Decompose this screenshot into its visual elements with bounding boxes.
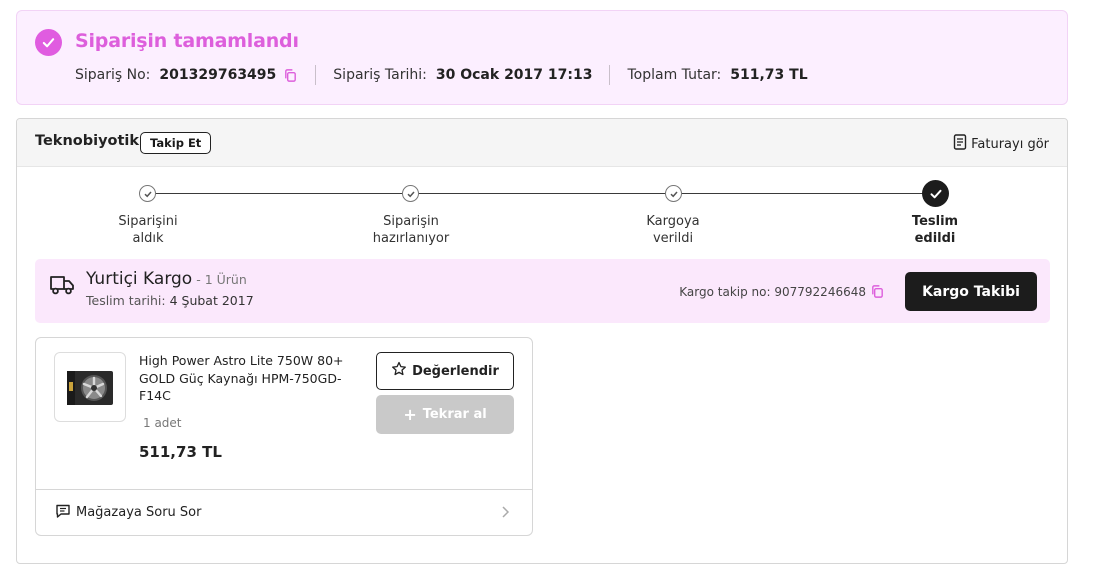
truck-icon: [49, 274, 75, 300]
tracking-label: Kargo takip no:: [679, 284, 771, 299]
step-done-icon: [139, 185, 156, 202]
step-current-check-icon: [922, 180, 949, 207]
step-label-line: aldık: [132, 231, 164, 246]
ask-store-label: Mağazaya Soru Sor: [76, 505, 202, 520]
plus-icon: +: [403, 405, 417, 424]
product-quantity: 1 adet: [143, 416, 182, 430]
copy-icon[interactable]: [283, 68, 298, 83]
delivery-date-value: 4 Şubat 2017: [169, 293, 254, 308]
buy-again-label: Tekrar al: [422, 407, 487, 422]
step-label-line: Siparişini: [118, 214, 178, 229]
rate-product-label: Değerlendir: [412, 363, 499, 379]
step-label-preparing: Siparişin hazırlanıyor: [351, 213, 471, 247]
step-done-icon: [665, 185, 682, 202]
store-order-card: Teknobiyotik Takip Et Faturayı gör Sipar…: [16, 118, 1068, 564]
document-icon: [953, 134, 967, 154]
view-invoice-link[interactable]: Faturayı gör: [953, 134, 1049, 154]
chevron-right-icon: [500, 504, 510, 523]
message-icon: [55, 503, 71, 523]
step-label-line: hazırlanıyor: [372, 231, 450, 246]
step-label-line: Kargoya: [646, 214, 700, 229]
order-date-label: Sipariş Tarihi:: [333, 67, 427, 83]
delivery-date: Teslim tarihi: 4 Şubat 2017: [86, 293, 254, 308]
step-label-received: Siparişini aldık: [88, 213, 208, 247]
divider: [315, 65, 317, 85]
tracking-number: Kargo takip no: 907792246648: [679, 284, 885, 299]
ask-store-question-row[interactable]: Mağazaya Soru Sor: [36, 489, 532, 535]
view-invoice-label: Faturayı gör: [971, 136, 1049, 152]
order-date-value: 30 Ocak 2017 17:13: [435, 67, 593, 83]
step-label-line: verildi: [652, 231, 694, 246]
total-label: Toplam Tutar:: [627, 67, 722, 83]
star-icon: [391, 361, 407, 381]
product-name[interactable]: High Power Astro Lite 750W 80+ GOLD Güç …: [139, 352, 349, 405]
step-label-shipped: Kargoya verildi: [613, 213, 733, 247]
store-header: Teknobiyotik Takip Et Faturayı gör: [17, 119, 1067, 167]
divider: [609, 65, 611, 85]
buy-again-button[interactable]: + Tekrar al: [376, 395, 514, 434]
store-name[interactable]: Teknobiyotik: [35, 133, 139, 149]
step-label-line: Teslim: [911, 214, 959, 229]
check-circle-icon: [35, 29, 62, 56]
rate-product-button[interactable]: Değerlendir: [376, 352, 514, 390]
banner-title: Siparişin tamamlandı: [75, 30, 299, 52]
item-count: - 1 Ürün: [196, 272, 247, 287]
delivery-date-label: Teslim tarihi:: [86, 293, 166, 308]
order-complete-banner: Siparişin tamamlandı Sipariş No: 2013297…: [16, 10, 1068, 105]
step-label-line: edildi: [914, 231, 956, 246]
tracker-line: [148, 193, 935, 194]
step-done-icon: [402, 185, 419, 202]
follow-store-button[interactable]: Takip Et: [140, 132, 212, 154]
order-no-value: 201329763495: [159, 67, 277, 83]
carrier-name: Yurtiçi Kargo - 1 Ürün: [86, 269, 247, 289]
shipment-info-bar: Yurtiçi Kargo - 1 Ürün Teslim tarihi: 4 Ş…: [35, 259, 1050, 323]
step-label-line: Siparişin: [383, 214, 439, 229]
copy-icon[interactable]: [870, 284, 885, 299]
total-value: 511,73 TL: [730, 67, 808, 83]
order-status-tracker: Siparişini aldık Siparişin hazırlanıyor …: [17, 179, 1067, 259]
order-meta: Sipariş No: 201329763495 Sipariş Tarihi:…: [75, 65, 808, 85]
tracking-value: 907792246648: [774, 284, 866, 299]
carrier-name-text: Yurtiçi Kargo: [86, 269, 193, 289]
product-price: 511,73 TL: [139, 443, 222, 461]
order-no-label: Sipariş No:: [75, 67, 151, 83]
step-label-delivered: Teslim edildi: [875, 213, 995, 247]
product-image[interactable]: [54, 352, 126, 422]
track-shipment-button[interactable]: Kargo Takibi: [905, 272, 1037, 311]
product-card: High Power Astro Lite 750W 80+ GOLD Güç …: [35, 337, 533, 536]
